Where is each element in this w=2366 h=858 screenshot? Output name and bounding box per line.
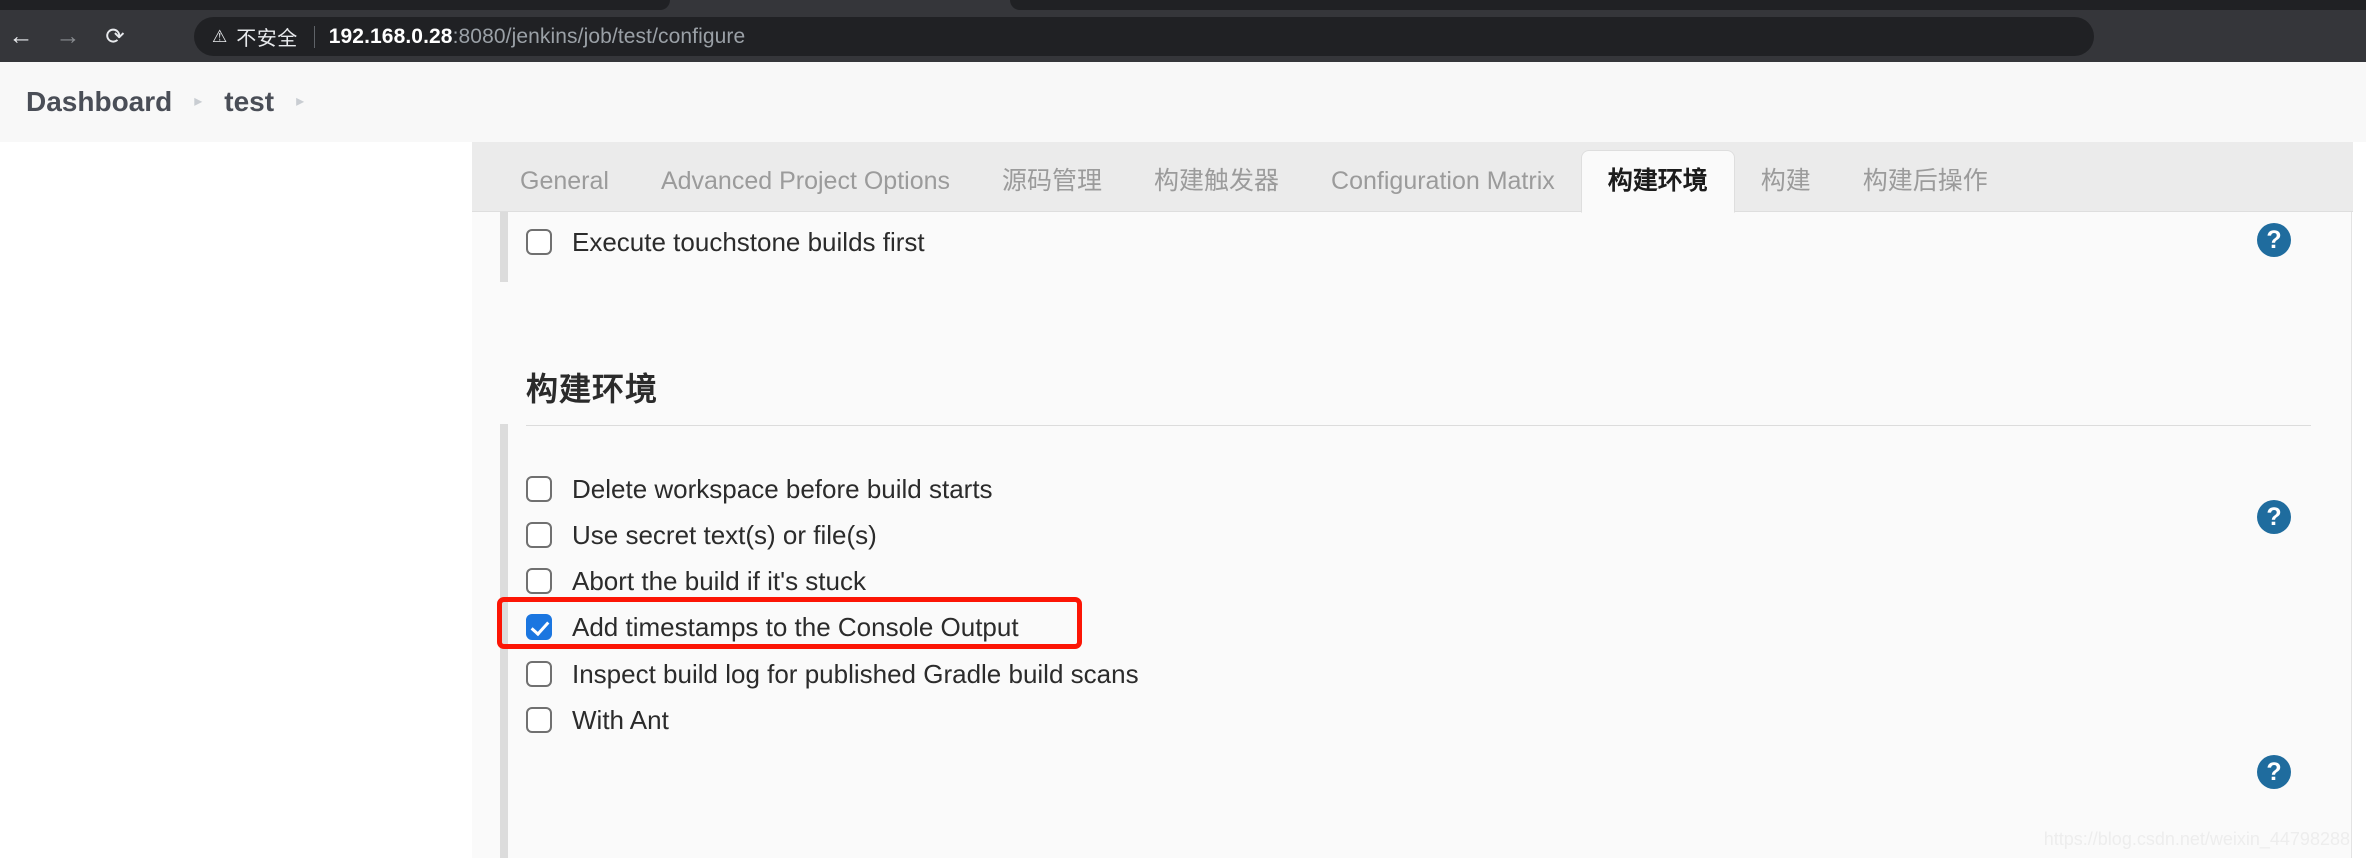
reload-icon[interactable]: ⟳	[99, 20, 131, 52]
address-bar[interactable]: ⚠ 不安全 192.168.0.28:8080/jenkins/job/test…	[194, 17, 2094, 56]
config-tab-bar: General Advanced Project Options 源码管理 构建…	[472, 142, 2353, 213]
tab-source-code-management[interactable]: 源码管理	[976, 150, 1128, 212]
build-environment-form: Execute touchstone builds first 构建环境 Del…	[472, 212, 2352, 858]
warning-triangle-icon: ⚠	[212, 27, 228, 46]
row-execute-touchstone-builds-first[interactable]: Execute touchstone builds first	[526, 224, 925, 260]
label-delete-workspace-before-build-starts[interactable]: Delete workspace before build starts	[572, 474, 993, 505]
url-host: 192.168.0.28	[328, 24, 453, 48]
row-add-timestamps-to-the-console-output[interactable]: Add timestamps to the Console Output	[526, 609, 1019, 645]
tab-advanced-project-options[interactable]: Advanced Project Options	[635, 150, 976, 212]
tab-build-triggers[interactable]: 构建触发器	[1128, 150, 1305, 212]
section-divider	[526, 425, 2311, 426]
row-abort-the-build-if-its-stuck[interactable]: Abort the build if it's stuck	[526, 563, 866, 599]
help-icon-3[interactable]: ?	[2257, 755, 2291, 789]
security-status-label: 不安全	[236, 28, 298, 50]
panel-right-gutter	[2353, 142, 2366, 858]
row-with-ant[interactable]: With Ant	[526, 702, 669, 738]
tab-general[interactable]: General	[494, 150, 635, 212]
row-inspect-build-log-gradle-scans[interactable]: Inspect build log for published Gradle b…	[526, 656, 1139, 692]
label-inspect-build-log-gradle-scans[interactable]: Inspect build log for published Gradle b…	[572, 659, 1139, 690]
breadcrumb-item-test[interactable]: test	[224, 86, 274, 118]
row-delete-workspace-before-build-starts[interactable]: Delete workspace before build starts	[526, 471, 993, 507]
breadcrumb-separator-icon-2: ▸	[296, 93, 305, 110]
checkbox-delete-workspace-before-build-starts[interactable]	[526, 476, 552, 502]
breadcrumb-item-dashboard[interactable]: Dashboard	[26, 86, 172, 118]
label-execute-touchstone-builds-first[interactable]: Execute touchstone builds first	[572, 227, 925, 258]
help-icon-2[interactable]: ?	[2257, 500, 2291, 534]
tab-build[interactable]: 构建	[1735, 150, 1837, 212]
url-text: 192.168.0.28:8080/jenkins/job/test/confi…	[329, 25, 746, 49]
checkbox-execute-touchstone-builds-first[interactable]	[526, 229, 552, 255]
tab-strip-right-region	[1010, 0, 2366, 10]
url-path: :8080/jenkins/job/test/configure	[452, 24, 746, 48]
label-abort-the-build-if-its-stuck[interactable]: Abort the build if it's stuck	[572, 566, 866, 597]
sidebar-empty-region	[0, 142, 472, 858]
label-add-timestamps-to-the-console-output[interactable]: Add timestamps to the Console Output	[572, 612, 1019, 643]
row-use-secret-texts-or-files[interactable]: Use secret text(s) or file(s)	[526, 517, 877, 553]
checkbox-inspect-build-log-gradle-scans[interactable]	[526, 661, 552, 687]
label-use-secret-texts-or-files[interactable]: Use secret text(s) or file(s)	[572, 520, 877, 551]
section-indicator-top	[500, 212, 508, 282]
browser-active-tab[interactable]	[670, 0, 1010, 10]
checkbox-add-timestamps-to-the-console-output[interactable]	[526, 614, 552, 640]
section-indicator-build-environment	[500, 424, 508, 858]
tab-configuration-matrix[interactable]: Configuration Matrix	[1305, 150, 1581, 212]
tab-strip-left-region	[0, 0, 670, 10]
page-title: 构建环境	[526, 371, 659, 407]
omnibox-divider	[313, 25, 315, 48]
browser-window: ← → ⟳ ⚠ 不安全 192.168.0.28:8080/jenkins/jo…	[0, 0, 2366, 858]
config-tab-list: General Advanced Project Options 源码管理 构建…	[472, 142, 2014, 213]
breadcrumb: Dashboard ▸ test ▸	[0, 62, 2366, 142]
browser-toolbar: ← → ⟳ ⚠ 不安全 192.168.0.28:8080/jenkins/jo…	[0, 10, 2366, 62]
back-icon[interactable]: ←	[5, 20, 37, 52]
page-body: General Advanced Project Options 源码管理 构建…	[0, 142, 2366, 858]
breadcrumb-separator-icon: ▸	[194, 93, 203, 110]
checkbox-use-secret-texts-or-files[interactable]	[526, 522, 552, 548]
checkbox-abort-the-build-if-its-stuck[interactable]	[526, 568, 552, 594]
watermark-text: https://blog.csdn.net/weixin_44798288	[2043, 829, 2350, 849]
help-icon-1[interactable]: ?	[2257, 223, 2291, 257]
tab-build-environment[interactable]: 构建环境	[1580, 150, 1735, 213]
checkbox-with-ant[interactable]	[526, 707, 552, 733]
tab-post-build-actions[interactable]: 构建后操作	[1837, 150, 2014, 212]
label-with-ant[interactable]: With Ant	[572, 705, 669, 736]
forward-icon[interactable]: →	[52, 20, 84, 52]
browser-tab-strip	[0, 0, 2366, 10]
